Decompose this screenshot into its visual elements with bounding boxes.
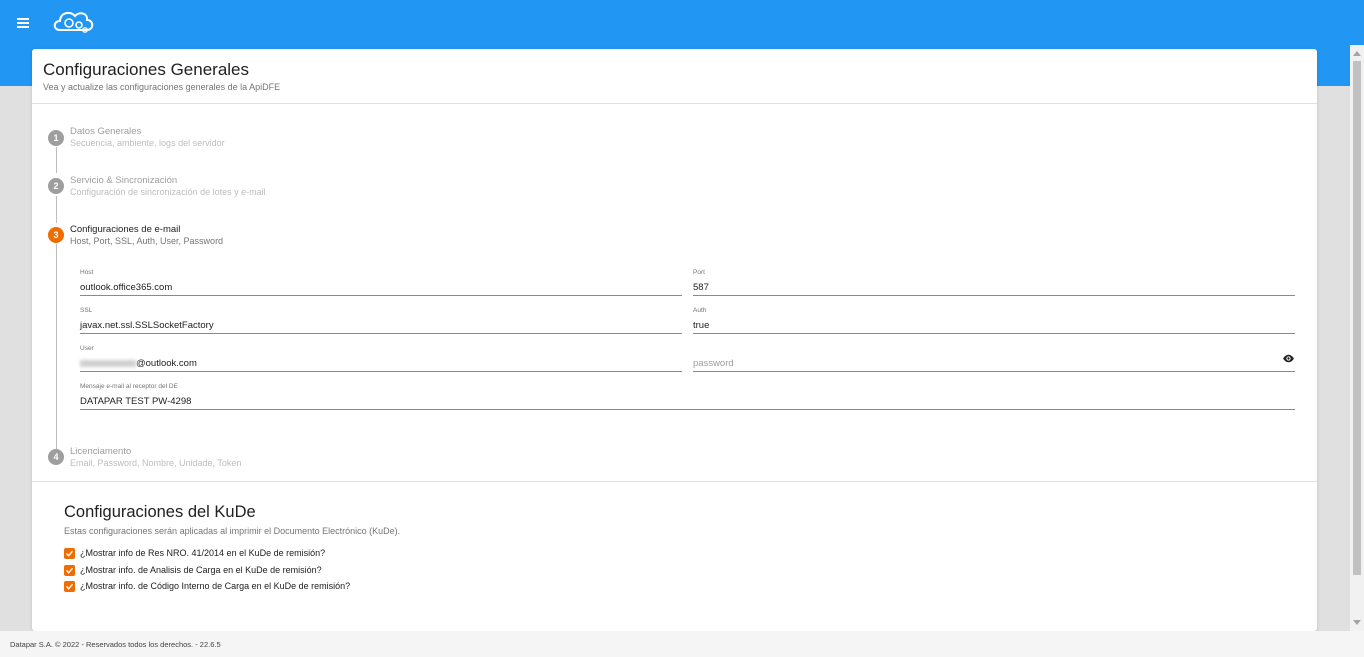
general-settings-card: Configuraciones Generales Vea y actualiz… (32, 49, 1317, 631)
step-description: Email, Password, Nombre, Unidade, Token (70, 458, 242, 468)
footer-text: Datapar S.A. © 2022 - Reservados todos l… (10, 640, 221, 649)
scroll-down-icon[interactable] (1353, 620, 1361, 625)
section-divider (32, 481, 1317, 482)
ssl-label: SSL (80, 307, 93, 314)
kude-option-res-nro[interactable]: ¿Mostrar info de Res NRO. 41/2014 en el … (64, 548, 464, 560)
checkbox-label: ¿Mostrar info de Res NRO. 41/2014 en el … (80, 548, 326, 558)
ssl-field[interactable]: SSL javax.net.ssl.SSLSocketFactory (80, 307, 682, 334)
page-title: Configuraciones Generales (43, 60, 250, 79)
stepper-connector (56, 196, 57, 223)
auth-value: true (693, 320, 710, 331)
host-value: outlook.office365.com (80, 282, 173, 293)
scrollbar-thumb[interactable] (1353, 61, 1361, 575)
scroll-up-icon[interactable] (1353, 51, 1361, 56)
auth-field[interactable]: Auth true (693, 307, 1295, 334)
port-field[interactable]: Port 587 (693, 269, 1295, 296)
step-description: Secuencia, ambiente, logs del servidor (70, 138, 225, 148)
user-label: User (80, 345, 94, 352)
password-field[interactable]: password (693, 345, 1295, 372)
ssl-value: javax.net.ssl.SSLSocketFactory (80, 320, 214, 331)
user-value: @outlook.com (80, 358, 197, 369)
port-label: Port (693, 269, 705, 276)
step-title: Servicio & Sincronización (70, 175, 178, 186)
stepper-connector (56, 147, 57, 173)
kude-section-title: Configuraciones del KuDe (64, 503, 256, 521)
step-number: 2 (48, 178, 64, 194)
card-header: Configuraciones Generales Vea y actualiz… (32, 49, 1317, 104)
mensaje-email-field[interactable]: Mensaje e-mail al receptor del DE DATAPA… (80, 383, 1295, 410)
eye-icon[interactable] (1282, 354, 1295, 363)
step-title: Licenciamento (70, 446, 132, 457)
step-description: Host, Port, SSL, Auth, User, Password (70, 236, 224, 246)
mensaje-email-label: Mensaje e-mail al receptor del DE (80, 383, 178, 390)
host-field[interactable]: Host outlook.office365.com (80, 269, 682, 296)
kude-option-analisis-carga[interactable]: ¿Mostrar info. de Analisis de Carga en e… (64, 565, 464, 577)
kude-option-codigo-interno[interactable]: ¿Mostrar info. de Código Interno de Carg… (64, 581, 464, 593)
step-number: 3 (48, 227, 64, 243)
stepper-connector (56, 244, 57, 449)
step-number: 1 (48, 130, 64, 146)
kude-section-subtitle: Estas configuraciones serán aplicadas al… (64, 526, 401, 536)
step-title: Configuraciones de e-mail (70, 224, 181, 235)
vertical-scrollbar[interactable] (1350, 45, 1364, 631)
checkbox-label: ¿Mostrar info. de Analisis de Carga en e… (80, 565, 322, 575)
step-title: Datos Generales (70, 126, 142, 137)
page-subtitle: Vea y actualize las configuraciones gene… (43, 82, 281, 92)
mensaje-email-value: DATAPAR TEST PW-4298 (80, 396, 192, 407)
footer: Datapar S.A. © 2022 - Reservados todos l… (0, 631, 1364, 657)
host-label: Host (80, 269, 94, 276)
password-placeholder: password (693, 358, 734, 369)
port-value: 587 (693, 282, 709, 293)
step-description: Configuración de sincronización de lotes… (70, 187, 266, 197)
auth-label: Auth (693, 307, 707, 314)
checkbox-checked[interactable] (64, 565, 75, 576)
menu-icon[interactable] (14, 14, 34, 32)
cloud-gears-logo-icon (53, 11, 94, 33)
checkbox-label: ¿Mostrar info. de Código Interno de Carg… (80, 581, 351, 591)
checkbox-checked[interactable] (64, 548, 75, 559)
user-field[interactable]: User @outlook.com (80, 345, 682, 372)
step-number: 4 (48, 449, 64, 465)
checkbox-checked[interactable] (64, 581, 75, 592)
redacted-username (80, 359, 136, 367)
